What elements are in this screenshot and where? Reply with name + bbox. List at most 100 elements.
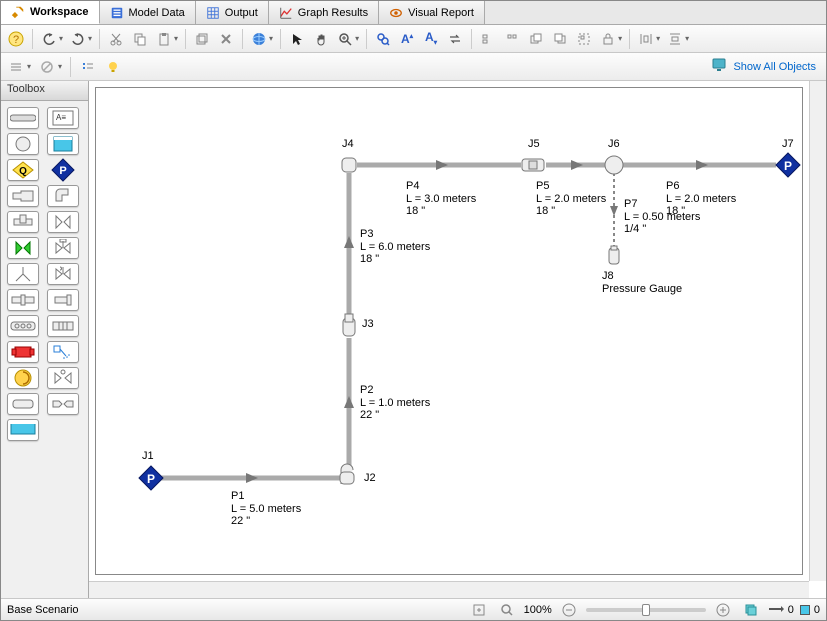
tool-tank[interactable]	[7, 419, 39, 441]
forbidden-icon[interactable]	[36, 56, 58, 78]
delete-button[interactable]	[215, 28, 237, 50]
tab-workspace[interactable]: Workspace	[1, 1, 100, 24]
toolbox-title: Toolbox	[1, 81, 88, 101]
tool-general[interactable]	[7, 393, 39, 415]
pan-tool[interactable]	[310, 28, 332, 50]
layers-icon[interactable]	[740, 599, 762, 621]
toolbox-panel: Toolbox A≡ Q P	[1, 81, 89, 598]
list-dropdown[interactable]: ▾	[27, 62, 33, 71]
redo-button[interactable]	[67, 28, 89, 50]
status-bar: Base Scenario 100% 0 0	[1, 598, 826, 620]
junction-J1[interactable]: P	[139, 466, 163, 490]
horizontal-scrollbar[interactable]	[89, 581, 809, 598]
junction-J3[interactable]	[343, 314, 355, 336]
help-icon[interactable]: ?	[5, 28, 27, 50]
junction-J2[interactable]	[340, 464, 354, 484]
align-center-button[interactable]	[501, 28, 523, 50]
vertical-scrollbar[interactable]	[809, 81, 826, 581]
group-button[interactable]	[573, 28, 595, 50]
tab-visual-report[interactable]: Visual Report	[379, 1, 485, 24]
undo-dropdown[interactable]: ▾	[59, 34, 65, 43]
distribute-dropdown[interactable]: ▾	[656, 34, 662, 43]
zoom-fit-button[interactable]	[468, 599, 490, 621]
distribute-v-button[interactable]	[664, 28, 686, 50]
tab-label: Visual Report	[408, 7, 474, 19]
pointer-tool[interactable]	[286, 28, 308, 50]
junction-J7[interactable]: P	[776, 153, 800, 177]
tool-area-change[interactable]	[7, 185, 39, 207]
tool-nozzle[interactable]	[47, 341, 79, 363]
zoom-tool[interactable]	[334, 28, 356, 50]
bulb-icon[interactable]	[102, 56, 124, 78]
tool-spray[interactable]	[7, 263, 39, 285]
distribute-v-dropdown[interactable]: ▾	[685, 34, 691, 43]
zoom-100-button[interactable]	[496, 599, 518, 621]
tab-output[interactable]: Output	[196, 1, 269, 24]
paste-button[interactable]	[153, 28, 175, 50]
find-button[interactable]	[372, 28, 394, 50]
tool-fan[interactable]	[47, 367, 79, 389]
tool-relief-valve[interactable]	[47, 263, 79, 285]
tool-dead-end[interactable]	[47, 289, 79, 311]
duplicate-button[interactable]	[191, 28, 213, 50]
junction-J4[interactable]	[342, 158, 356, 172]
tool-check-valve[interactable]	[7, 237, 39, 259]
tool-assigned-flow[interactable]: Q	[7, 159, 39, 181]
tool-reservoir[interactable]	[47, 133, 79, 155]
cut-button[interactable]	[105, 28, 127, 50]
show-all-objects-button[interactable]: Show All Objects	[706, 58, 822, 75]
junction-J5[interactable]	[522, 159, 544, 171]
layer-back-button[interactable]	[549, 28, 571, 50]
globe-icon[interactable]	[248, 28, 270, 50]
pipe-label-P7: P7 L = 0.50 meters 1/4 "	[624, 198, 700, 236]
label-J1: J1	[142, 450, 154, 462]
zoom-out-button[interactable]	[558, 599, 580, 621]
tool-venturi[interactable]	[47, 393, 79, 415]
tool-orifice[interactable]	[7, 289, 39, 311]
tool-control-valve[interactable]	[47, 237, 79, 259]
workspace-canvas[interactable]: P P J1 J2 J3 J4 J5 J6	[95, 87, 803, 575]
pipe-count: 0	[788, 604, 794, 616]
distribute-h-button[interactable]	[635, 28, 657, 50]
zoom-in-button[interactable]	[712, 599, 734, 621]
junction-J6[interactable]	[605, 156, 623, 174]
junction-J8[interactable]	[609, 246, 619, 264]
tab-model-data[interactable]: Model Data	[100, 1, 196, 24]
junction-count-chip: 0	[800, 604, 820, 616]
copy-button[interactable]	[129, 28, 151, 50]
list2-icon[interactable]	[77, 56, 99, 78]
layer-front-button[interactable]	[525, 28, 547, 50]
lock-button[interactable]	[597, 28, 619, 50]
pipe-label-P2: P2 L = 1.0 meters 22 "	[360, 384, 430, 422]
tool-annotation[interactable]: A≡	[47, 107, 79, 129]
font-increase-button[interactable]: A▴	[396, 28, 418, 50]
undo-button[interactable]	[38, 28, 60, 50]
svg-text:P: P	[784, 159, 792, 173]
tab-label: Model Data	[129, 7, 185, 19]
reverse-button[interactable]	[444, 28, 466, 50]
label-J4: J4	[342, 138, 354, 150]
forbidden-dropdown[interactable]: ▾	[58, 62, 64, 71]
tool-compressor[interactable]	[7, 341, 39, 363]
lock-dropdown[interactable]: ▾	[618, 34, 624, 43]
tool-assigned-pressure[interactable]: P	[47, 159, 79, 181]
zoom-dropdown[interactable]: ▾	[355, 34, 361, 43]
align-left-button[interactable]	[477, 28, 499, 50]
font-decrease-button[interactable]: A▾	[420, 28, 442, 50]
tool-elbow[interactable]	[47, 185, 79, 207]
tool-pump[interactable]	[7, 367, 39, 389]
monitor-icon	[712, 58, 728, 75]
pipe-icon	[768, 604, 784, 616]
tool-heat-exchanger[interactable]	[7, 315, 39, 337]
tool-tee[interactable]	[7, 211, 39, 233]
globe-dropdown[interactable]: ▾	[269, 34, 275, 43]
tool-branch[interactable]	[7, 133, 39, 155]
paste-dropdown[interactable]: ▾	[174, 34, 180, 43]
redo-dropdown[interactable]: ▾	[88, 34, 94, 43]
tab-graph-results[interactable]: Graph Results	[269, 1, 379, 24]
zoom-slider[interactable]	[586, 608, 706, 612]
tool-screen[interactable]	[47, 315, 79, 337]
list-icon[interactable]	[5, 56, 27, 78]
tool-pipe[interactable]	[7, 107, 39, 129]
tool-valve1[interactable]	[47, 211, 79, 233]
